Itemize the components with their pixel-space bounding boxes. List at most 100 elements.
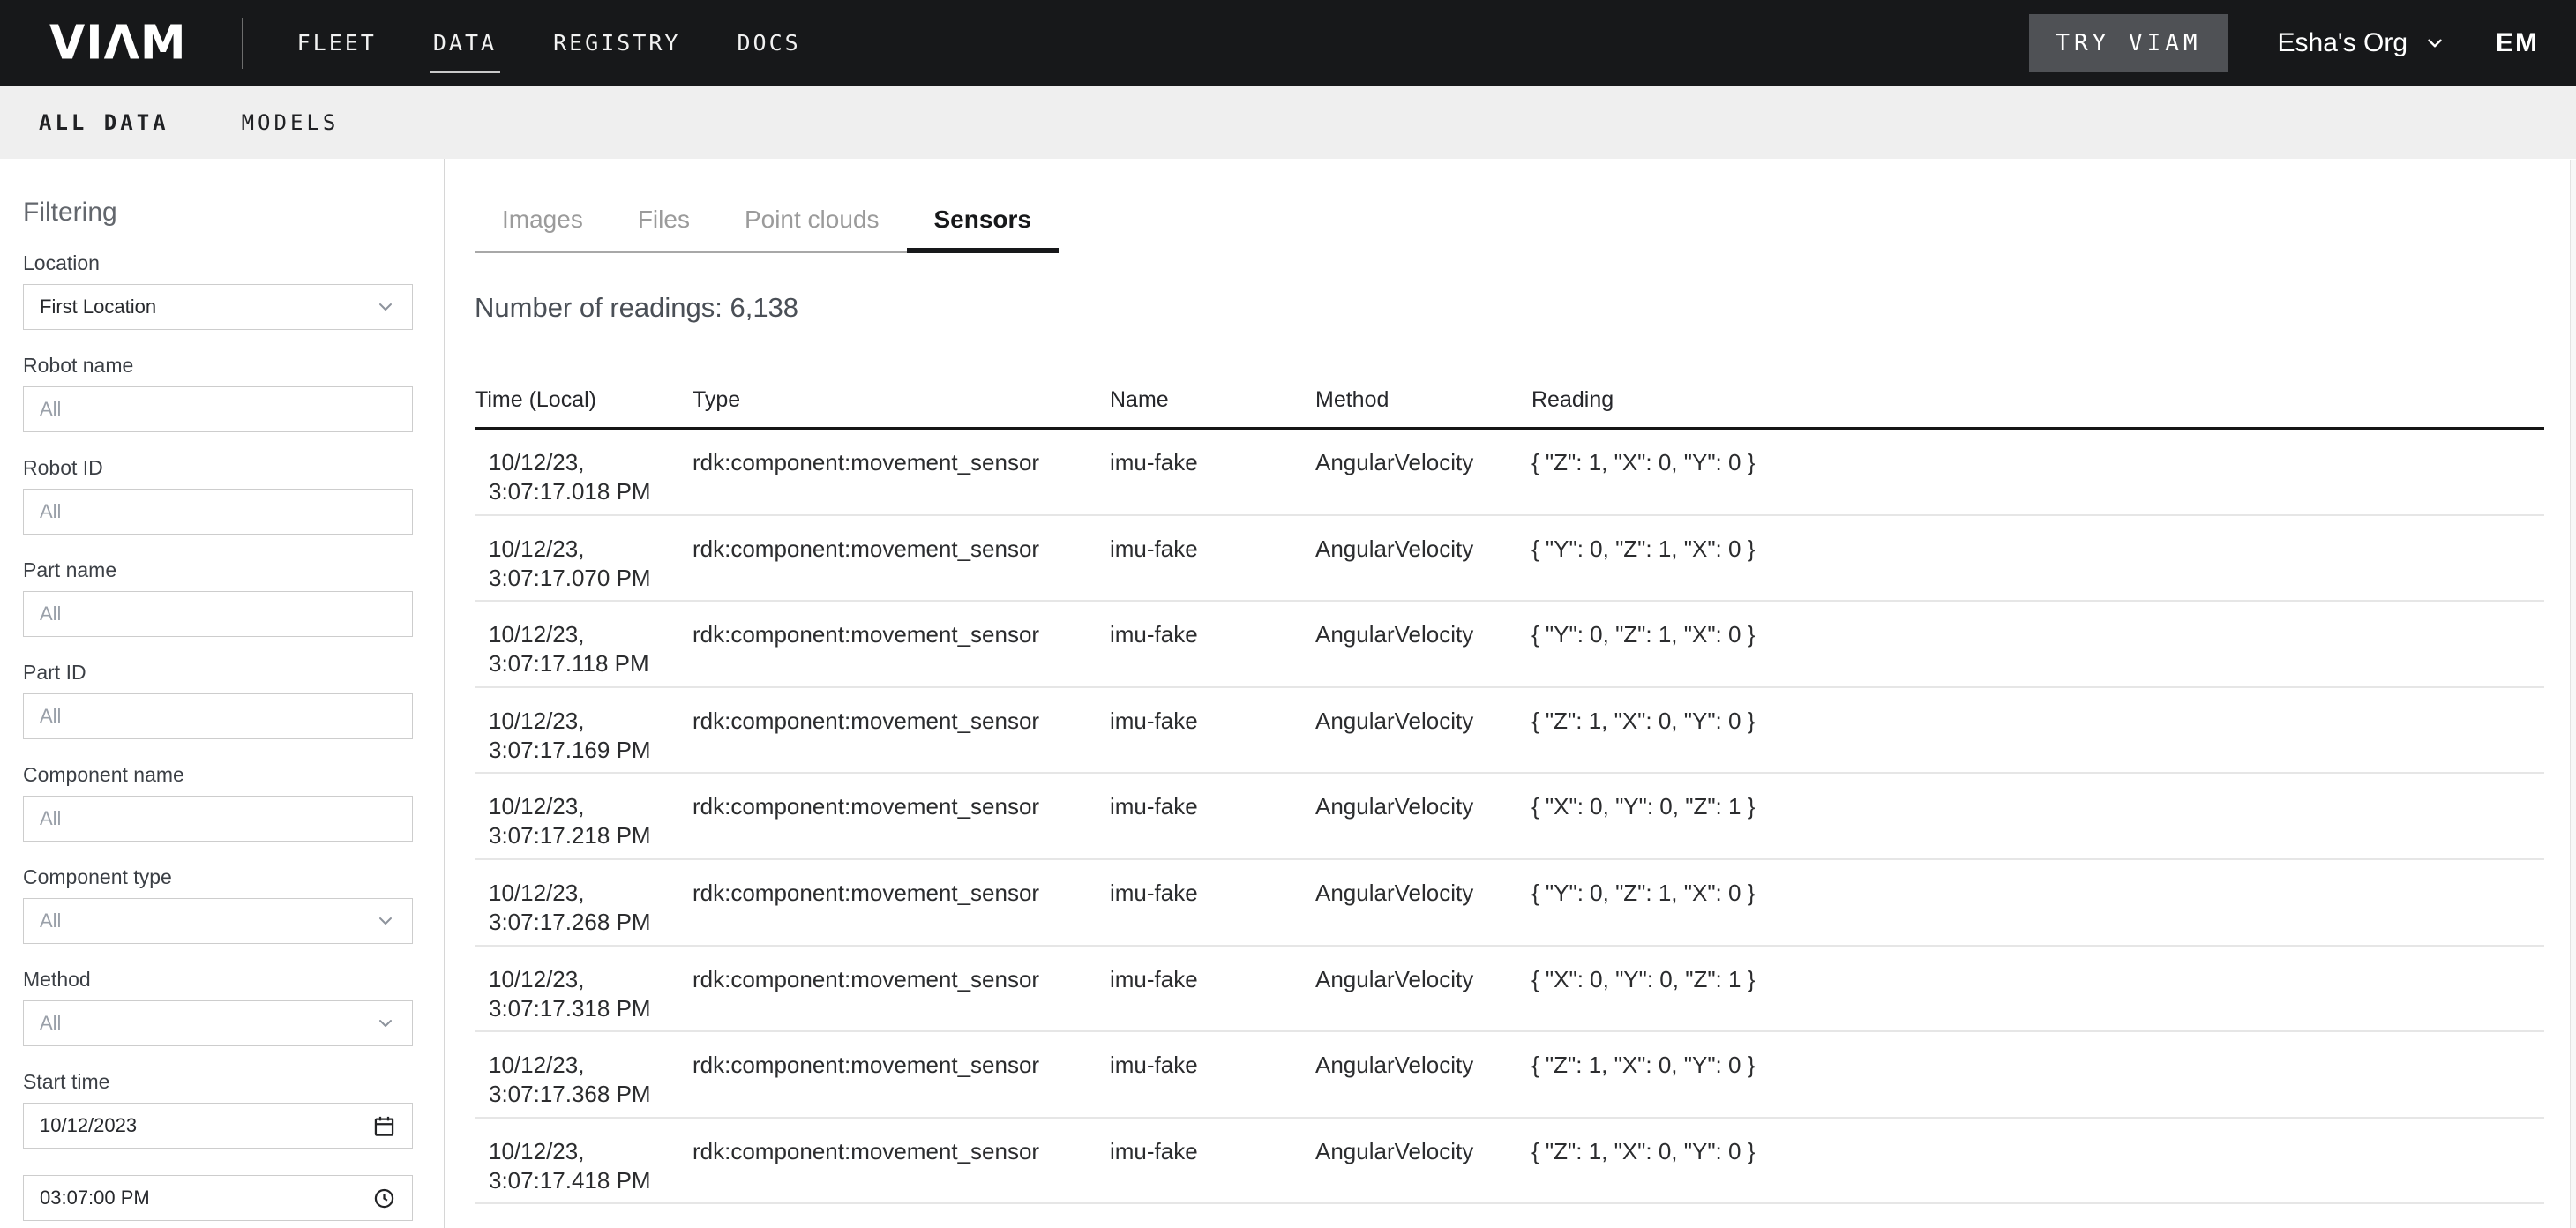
filter-select-method[interactable]: All [23,1000,413,1046]
nav-item[interactable]: DATA [433,0,497,86]
cell-time-date: 10/12/23, [489,707,693,736]
cell-time: 10/12/23, 3:07:17.418 PM [475,1119,693,1203]
table-row: 10/12/23, 3:07:17.368 PM rdk:component:m… [475,1032,2544,1119]
cell-time-date: 10/12/23, [489,448,693,477]
filter-label-component-type: Component type [23,865,413,889]
cell-reading: { "X": 0, "Y": 0, "Z": 1 } [1531,947,2544,1031]
filter-fields: LocationFirst Location Robot name Robot ID… [23,251,413,1221]
filter-date-start-time[interactable]: 10/12/2023 [23,1103,413,1149]
try-viam-button[interactable]: TRY VIAM [2029,14,2228,72]
data-type-tab-label: Files [638,206,690,234]
cell-method: AngularVelocity [1315,860,1531,945]
cell-time: 10/12/23, 3:07:17.118 PM [475,602,693,686]
org-name: Esha's Org [2278,28,2408,58]
subnav-tab[interactable]: ALL DATA [39,110,169,135]
nav-item-label: REGISTRY [553,30,680,56]
cell-time-clock: 3:07:17.070 PM [489,564,693,593]
cell-method: AngularVelocity [1315,947,1531,1031]
filter-label-start-time: Start time [23,1069,413,1094]
sidebar-title: Filtering [23,198,413,228]
primary-nav: FLEET DATA REGISTRY DOCS [297,0,801,86]
org-switcher[interactable]: Esha's Org [2278,28,2446,58]
nav-item-label: FLEET [297,30,377,56]
filter-input-part-id[interactable] [23,693,413,739]
filter-input-part-name[interactable] [23,591,413,637]
cell-time-clock: 3:07:17.169 PM [489,736,693,765]
table-header-row: Time (Local) Type Name Method Reading [475,372,2544,430]
cell-time-clock: 3:07:17.018 PM [489,477,693,506]
clock-icon [372,1187,396,1210]
nav-item[interactable]: REGISTRY [553,0,680,86]
table-body: 10/12/23, 3:07:17.018 PM rdk:component:m… [475,430,2544,1204]
cell-name: imu-fake [1110,602,1315,686]
filter-time[interactable]: 03:07:00 PM [23,1175,413,1221]
filter-input-robot-name[interactable] [23,386,413,432]
cell-type: rdk:component:movement_sensor [693,516,1110,601]
cell-type: rdk:component:movement_sensor [693,430,1110,514]
cell-time: 10/12/23, 3:07:17.368 PM [475,1032,693,1117]
filter-label-robot-id: Robot ID [23,455,413,480]
filter-select-component-type[interactable]: All [23,898,413,944]
page-scrollbar[interactable] [2570,160,2576,1228]
data-type-tab[interactable]: Files [610,189,717,251]
cell-reading: { "Y": 0, "Z": 1, "X": 0 } [1531,516,2544,601]
data-type-tab-label: Sensors [934,206,1032,234]
filter-group-method: Method All [23,967,413,1046]
filter-group-component-type: Component type All [23,865,413,944]
filter-input-robot-id[interactable] [23,489,413,535]
cell-time: 10/12/23, 3:07:17.268 PM [475,860,693,945]
table-row: 10/12/23, 3:07:17.118 PM rdk:component:m… [475,602,2544,688]
table-column-header: Time (Local) [475,387,693,427]
cell-name: imu-fake [1110,516,1315,601]
cell-method: AngularVelocity [1315,516,1531,601]
filter-select-location[interactable]: First Location [23,284,413,330]
filter-value: First Location [40,296,156,318]
nav-item[interactable]: FLEET [297,0,377,86]
cell-method: AngularVelocity [1315,602,1531,686]
data-type-tab[interactable]: Images [475,189,610,251]
cell-reading: { "Y": 0, "Z": 1, "X": 0 } [1531,860,2544,945]
cell-name: imu-fake [1110,688,1315,773]
filter-label-method: Method [23,967,413,992]
data-type-tabs: Images Files Point clouds Sensors [475,189,1059,253]
avatar[interactable]: EM [2496,28,2539,58]
filter-group-part-name: Part name [23,558,413,637]
filter-group-robot-name: Robot name [23,353,413,432]
cell-time-date: 10/12/23, [489,879,693,908]
table-row: 10/12/23, 3:07:17.169 PM rdk:component:m… [475,688,2544,775]
cell-reading: { "Z": 1, "X": 0, "Y": 0 } [1531,688,2544,773]
cell-type: rdk:component:movement_sensor [693,1032,1110,1117]
filter-label-part-id: Part ID [23,660,413,685]
main-panel: Images Files Point clouds Sensors Number… [445,159,2576,1228]
data-type-tab-label: Point clouds [745,206,880,234]
cell-time-clock: 3:07:17.218 PM [489,821,693,850]
cell-time-clock: 3:07:17.318 PM [489,994,693,1023]
nav-item[interactable]: DOCS [738,0,801,86]
cell-method: AngularVelocity [1315,774,1531,858]
cell-time-date: 10/12/23, [489,792,693,821]
chevron-down-icon [375,910,396,932]
sensor-readings-table: Time (Local) Type Name Method Reading [475,372,2544,1204]
nav-item-label: DATA [433,30,497,56]
subnav-tab[interactable]: MODELS [242,110,340,135]
cell-name: imu-fake [1110,1032,1315,1117]
table-column-header: Reading [1531,387,2544,427]
table-column-header: Method [1315,387,1531,427]
cell-time-date: 10/12/23, [489,1051,693,1080]
page-content: Filtering LocationFirst Location Robot na… [0,159,2576,1228]
viam-logo[interactable]: VIΛM [49,19,187,66]
cell-time: 10/12/23, 3:07:17.318 PM [475,947,693,1031]
cell-reading: { "Z": 1, "X": 0, "Y": 0 } [1531,1119,2544,1203]
filter-label-part-name: Part name [23,558,413,582]
cell-method: AngularVelocity [1315,688,1531,773]
navbar-divider [242,18,243,69]
cell-time-date: 10/12/23, [489,535,693,564]
data-subnav: ALL DATA MODELS [0,86,2576,159]
filter-group-part-id: Part ID [23,660,413,739]
chevron-down-icon [2423,32,2446,55]
filter-input-component-name[interactable] [23,796,413,842]
filter-group-location: LocationFirst Location [23,251,413,330]
data-type-tab[interactable]: Point clouds [717,189,907,251]
cell-type: rdk:component:movement_sensor [693,947,1110,1031]
data-type-tab[interactable]: Sensors [907,189,1060,251]
